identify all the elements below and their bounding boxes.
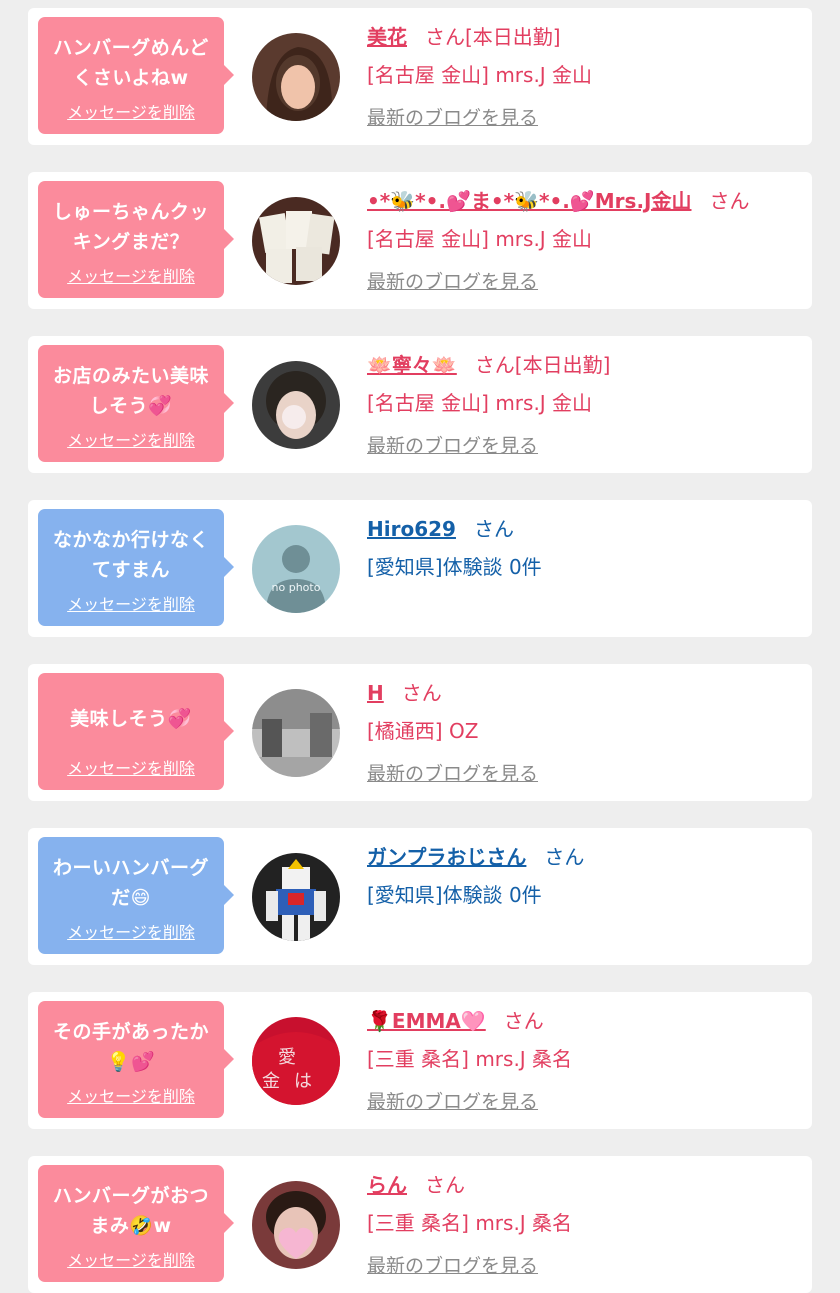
delete-message-link[interactable]: メッセージを削除 <box>38 263 224 287</box>
message-bubble: 美味しそう💞 メッセージを削除 <box>38 673 234 790</box>
avatar-image <box>252 361 340 449</box>
cards-photo-avatar[interactable] <box>252 197 340 285</box>
latest-blog-link[interactable]: 最新のブログを見る <box>367 1251 538 1278</box>
avatar-image <box>252 689 340 777</box>
message-bubble: ハンバーグがおつまみ🤣w メッセージを削除 <box>38 1165 234 1282</box>
sender-name-line: 🪷寧々🪷 さん[本日出勤] <box>367 345 802 385</box>
avatar-image <box>252 525 340 613</box>
sender-honorific: さん <box>709 189 750 213</box>
sender-shop: [三重 桑名] mrs.J 桑名 <box>367 1211 573 1235</box>
sender-shop: [橘通西] OZ <box>367 719 479 743</box>
message-text: その手があったか💡💕 <box>52 1021 209 1073</box>
message-card: なかなか行けなくてすまん メッセージを削除 no photo Hiro629 さん… <box>28 500 812 637</box>
svg-text:は: は <box>294 1071 312 1092</box>
no-photo-avatar[interactable]: no photo <box>252 525 340 613</box>
delete-message-link[interactable]: メッセージを削除 <box>38 1247 224 1271</box>
avatar-image <box>252 33 340 121</box>
svg-text:愛: 愛 <box>278 1047 296 1068</box>
message-text: わーいハンバーグだ😄 <box>52 857 209 909</box>
sender-name-link[interactable]: H <box>367 681 384 705</box>
message-card: しゅーちゃんクッキングまだ？ メッセージを削除 •*🐝*•.💕ま•*🐝*•.💕M… <box>28 172 812 309</box>
message-list: ハンバーグめんどくさいよねw メッセージを削除 美花 さん[本日出勤] [名古屋 … <box>0 0 840 1293</box>
sender-name-line: Hiro629 さん <box>367 509 802 549</box>
delete-message-link[interactable]: メッセージを削除 <box>38 99 224 123</box>
avatar-image: 愛金は <box>252 1017 340 1105</box>
delete-message-link[interactable]: メッセージを削除 <box>38 427 224 451</box>
sender-honorific: さん <box>503 1009 544 1033</box>
message-card: ハンバーグめんどくさいよねw メッセージを削除 美花 さん[本日出勤] [名古屋 … <box>28 8 812 145</box>
sender-shop: [名古屋 金山] mrs.J 金山 <box>367 63 593 87</box>
sender-info: Hiro629 さん [愛知県]体験談 0件 <box>367 509 802 585</box>
message-card: ハンバーグがおつまみ🤣w メッセージを削除 らん さん [三重 桑名] mrs.J… <box>28 1156 812 1293</box>
sender-name-link[interactable]: 美花 <box>367 25 407 49</box>
sender-honorific: さん <box>544 845 585 869</box>
sender-name-line: ガンプラおじさん さん <box>367 837 802 877</box>
sender-honorific: さん <box>473 517 514 541</box>
sender-info: 🪷寧々🪷 さん[本日出勤] [名古屋 金山] mrs.J 金山 最新のブログを見る <box>367 345 802 458</box>
sender-name-line: 🌹EMMA🩷 さん <box>367 1001 802 1041</box>
message-bubble: わーいハンバーグだ😄 メッセージを削除 <box>38 837 234 954</box>
sender-shop: [愛知県]体験談 0件 <box>367 883 542 907</box>
message-text: しゅーちゃんクッキングまだ？ <box>52 201 209 253</box>
sender-shop: [三重 桑名] mrs.J 桑名 <box>367 1047 573 1071</box>
message-card: わーいハンバーグだ😄 メッセージを削除 ガンプラおじさん さん [愛知県]体験談 … <box>28 828 812 965</box>
message-bubble: その手があったか💡💕 メッセージを削除 <box>38 1001 234 1118</box>
sender-shop: [愛知県]体験談 0件 <box>367 555 542 579</box>
street-photo-avatar[interactable] <box>252 689 340 777</box>
sender-shop: [名古屋 金山] mrs.J 金山 <box>367 227 593 251</box>
svg-text:金: 金 <box>262 1071 280 1092</box>
message-text: ハンバーグめんどくさいよねw <box>53 37 209 89</box>
message-card: お店のみたい美味しそう💞 メッセージを削除 🪷寧々🪷 さん[本日出勤] [名古屋 … <box>28 336 812 473</box>
sender-honorific: さん[本日出勤] <box>474 353 611 377</box>
blurred-face-avatar[interactable] <box>252 361 340 449</box>
latest-blog-link[interactable]: 最新のブログを見る <box>367 1087 538 1114</box>
sender-name-line: •*🐝*•.💕ま•*🐝*•.💕Mrs.J金山 さん <box>367 181 802 221</box>
avatar-image <box>252 1181 340 1269</box>
message-card: 美味しそう💞 メッセージを削除 H さん [橘通西] OZ 最新のブログを見る <box>28 664 812 801</box>
sender-info: らん さん [三重 桑名] mrs.J 桑名 最新のブログを見る <box>367 1165 802 1278</box>
message-text: 美味しそう💞 <box>70 708 192 730</box>
sender-name-link[interactable]: ガンプラおじさん <box>367 845 526 869</box>
sender-name-link[interactable]: 🌹EMMA🩷 <box>367 1009 486 1033</box>
sender-honorific: さん <box>401 681 442 705</box>
delete-message-link[interactable]: メッセージを削除 <box>38 919 224 943</box>
sender-name-link[interactable]: 🪷寧々🪷 <box>367 353 457 377</box>
sender-name-line: H さん <box>367 673 802 713</box>
delete-message-link[interactable]: メッセージを削除 <box>38 755 224 779</box>
sender-name-line: らん さん <box>367 1165 802 1205</box>
message-bubble: しゅーちゃんクッキングまだ？ メッセージを削除 <box>38 181 234 298</box>
delete-message-link[interactable]: メッセージを削除 <box>38 591 224 615</box>
message-bubble: なかなか行けなくてすまん メッセージを削除 <box>38 509 234 626</box>
latest-blog-link[interactable]: 最新のブログを見る <box>367 431 538 458</box>
heart-covered-face-avatar[interactable] <box>252 1181 340 1269</box>
avatar-image <box>252 197 340 285</box>
woman-photo-avatar[interactable] <box>252 33 340 121</box>
sender-info: 美花 さん[本日出勤] [名古屋 金山] mrs.J 金山 最新のブログを見る <box>367 17 802 130</box>
sender-name-line: 美花 さん[本日出勤] <box>367 17 802 57</box>
robot-model-avatar[interactable] <box>252 853 340 941</box>
avatar-image <box>252 853 340 941</box>
sender-name-link[interactable]: •*🐝*•.💕ま•*🐝*•.💕Mrs.J金山 <box>367 189 691 213</box>
message-bubble: お店のみたい美味しそう💞 メッセージを削除 <box>38 345 234 462</box>
message-text: お店のみたい美味しそう💞 <box>52 365 209 417</box>
latest-blog-link[interactable]: 最新のブログを見る <box>367 267 538 294</box>
no-photo-label: no photo <box>271 581 321 594</box>
latest-blog-link[interactable]: 最新のブログを見る <box>367 759 538 786</box>
message-text: なかなか行けなくてすまん <box>52 529 209 581</box>
sender-info: ガンプラおじさん さん [愛知県]体験談 0件 <box>367 837 802 913</box>
sender-honorific: さん <box>425 1173 465 1197</box>
sender-info: H さん [橘通西] OZ 最新のブログを見る <box>367 673 802 786</box>
message-card: その手があったか💡💕 メッセージを削除 愛金は 🌹EMMA🩷 さん [三重 桑名]… <box>28 992 812 1129</box>
message-bubble: ハンバーグめんどくさいよねw メッセージを削除 <box>38 17 234 134</box>
sender-info: 🌹EMMA🩷 さん [三重 桑名] mrs.J 桑名 最新のブログを見る <box>367 1001 802 1114</box>
delete-message-link[interactable]: メッセージを削除 <box>38 1083 224 1107</box>
latest-blog-link[interactable]: 最新のブログを見る <box>367 103 538 130</box>
sender-name-link[interactable]: らん <box>367 1173 407 1197</box>
message-text: ハンバーグがおつまみ🤣w <box>52 1185 209 1237</box>
sender-honorific: さん[本日出勤] <box>425 25 561 49</box>
sender-shop: [名古屋 金山] mrs.J 金山 <box>367 391 593 415</box>
sender-name-link[interactable]: Hiro629 <box>367 517 456 541</box>
red-shirt-avatar[interactable]: 愛金は <box>252 1017 340 1105</box>
sender-info: •*🐝*•.💕ま•*🐝*•.💕Mrs.J金山 さん [名古屋 金山] mrs.J … <box>367 181 802 294</box>
